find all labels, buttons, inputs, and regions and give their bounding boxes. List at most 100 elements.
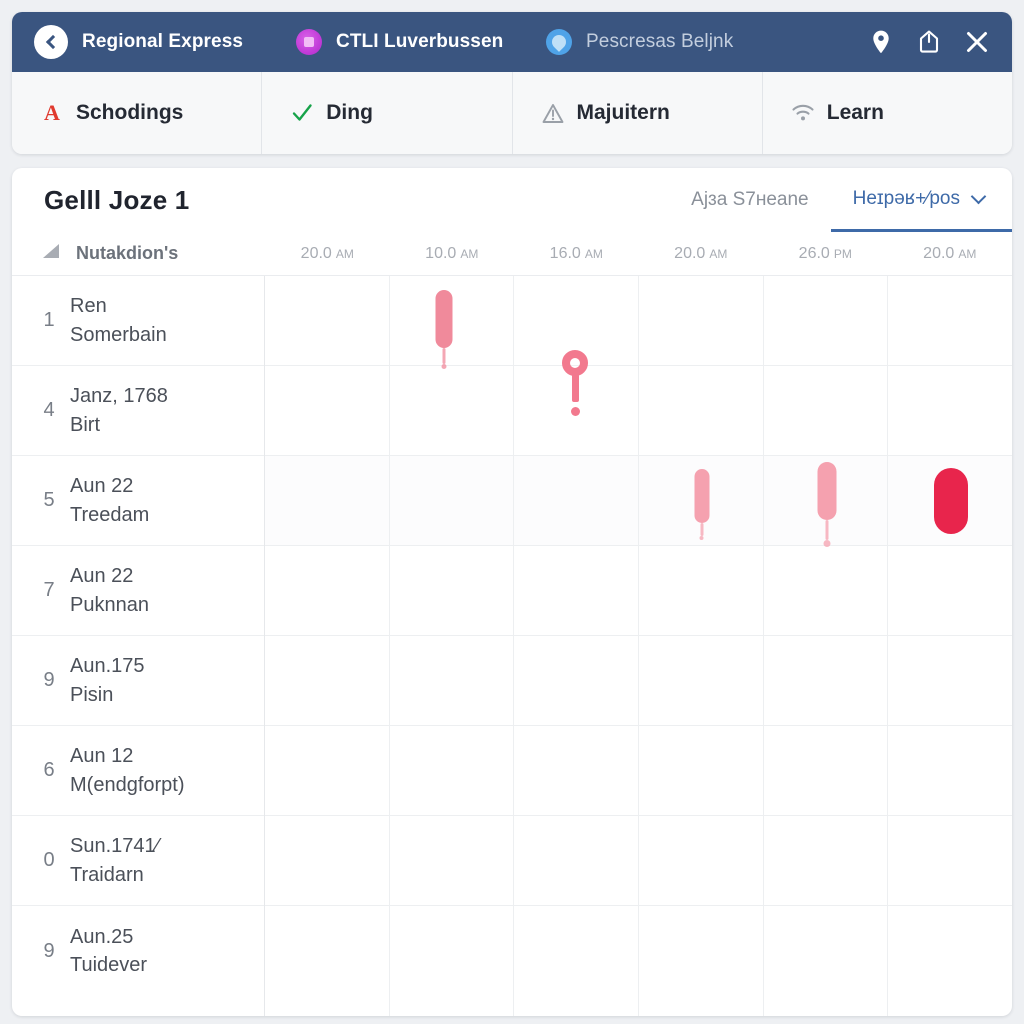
- marker-bar: [694, 469, 710, 523]
- share-export-icon[interactable]: [916, 28, 942, 56]
- tab-schodings[interactable]: A Schodings: [12, 72, 263, 154]
- row-number: 0: [43, 849, 55, 871]
- titlebar-secondary-label: CTLI Luverbussen: [336, 31, 504, 52]
- table-row[interactable]: 1 Ren Somerbain: [12, 276, 264, 366]
- location-pin-icon[interactable]: [868, 28, 894, 56]
- titlebar-secondary-group[interactable]: CTLI Luverbussen: [296, 29, 546, 55]
- header-link-secondary[interactable]: Ajɜa S7ʜeane: [669, 168, 830, 232]
- tab-learn[interactable]: Learn: [763, 72, 1012, 154]
- axis-tick-suffix: AM: [335, 246, 354, 261]
- axis-ticks: 20.0 AM 10.0 AM 16.0 AM 20.0 AM 26.0 PM 20.0 AM: [265, 245, 1012, 263]
- row-label-text: Ren Somerbain: [70, 292, 167, 349]
- table-row[interactable]: 4 Janz, 1768 Birt: [12, 366, 264, 456]
- row-label-text: Aun 22 Puknnan: [70, 562, 149, 619]
- row-label-line1: Aun.175: [70, 655, 145, 678]
- table-row[interactable]: 7 Aun 22 Puknnan: [12, 546, 264, 636]
- header-link-active[interactable]: Heɪpəʁ+⁄pos: [830, 168, 1012, 232]
- timeline-grid: 1 Ren Somerbain 4 Janz, 1768 Birt 5 Aun 22 Treed…: [12, 276, 1012, 1016]
- marker-stem: [571, 374, 579, 402]
- purple-badge-icon: [296, 29, 322, 55]
- plot-area: [265, 276, 1012, 1016]
- timeline-marker[interactable]: [435, 290, 453, 369]
- tab-ding[interactable]: Ding: [262, 72, 513, 154]
- top-window: Regional Express CTLI Luverbussen Pescre…: [12, 12, 1012, 154]
- row-label-line2: Tuidever: [70, 954, 148, 976]
- timeline-card: Gelll Joze 1 Ajɜa S7ʜeane Heɪpəʁ+⁄pos Nu…: [12, 168, 1012, 1016]
- row-label-line2: Traidarn: [70, 863, 144, 886]
- card-header: Gelll Joze 1 Ajɜa S7ʜeane Heɪpəʁ+⁄pos: [12, 168, 1012, 232]
- triangle-slope-icon: [42, 243, 62, 264]
- timeline-marker[interactable]: [562, 350, 588, 416]
- marker-stem: [700, 523, 704, 536]
- titlebar-actions: [868, 28, 994, 56]
- chevron-down-icon: [970, 188, 987, 204]
- timeline-marker[interactable]: [694, 469, 710, 540]
- row-label-text: Aun.175 Pisin: [70, 652, 145, 709]
- titlebar-primary-group[interactable]: Regional Express: [34, 25, 296, 59]
- axis-tick-suffix: AM: [584, 246, 603, 261]
- row-label-text: Aun 12 M(endgforpt): [70, 742, 185, 799]
- axis-tick-value: 20.0: [674, 244, 706, 262]
- axis-tick-suffix: PM: [833, 246, 852, 261]
- axis-tick-value: 20.0: [923, 244, 955, 262]
- table-row[interactable]: 5 Aun 22 Treedam: [12, 456, 264, 546]
- row-number: 1: [43, 309, 55, 331]
- marker-bar: [933, 468, 968, 534]
- row-label-line1: Janz, 1768: [70, 385, 168, 408]
- axis-tick-value: 16.0: [549, 244, 581, 262]
- row-number: 5: [43, 489, 55, 511]
- row-label-line1: Aun.25: [70, 925, 134, 948]
- table-row[interactable]: 9 Aun.25 Tuidever: [12, 906, 264, 996]
- marker-ring: [562, 350, 588, 376]
- tab-majuitern[interactable]: Majuitern: [513, 72, 763, 154]
- row-label-text: Aun.25 Tuidever: [70, 923, 147, 980]
- row-label-line1: Sun.1741⁄: [70, 835, 159, 858]
- axis-row-header-label: Nutakdion's: [76, 243, 179, 263]
- chevron-left-icon[interactable]: [34, 25, 68, 59]
- row-label-line1: Aun 22: [70, 475, 134, 498]
- row-number: 6: [43, 759, 55, 781]
- row-label-line1: Aun 22: [70, 565, 134, 588]
- row-label-line1: Aun 12: [70, 745, 134, 768]
- marker-stem: [825, 520, 829, 540]
- table-row[interactable]: 0 Sun.1741⁄ Traidarn: [12, 816, 264, 906]
- titlebar-tertiary-group[interactable]: Pescresas Beljnk: [546, 29, 868, 55]
- table-row[interactable]: 9 Aun.175 Pisin: [12, 636, 264, 726]
- axis-row-header: Nutakdion's: [12, 243, 265, 264]
- axis-tick: 10.0 AM: [390, 245, 515, 263]
- row-label-line2: Treedam: [70, 503, 150, 526]
- row-label-line1: Ren: [70, 295, 107, 318]
- letter-a-icon: A: [44, 100, 60, 125]
- axis-tick-value: 10.0: [425, 244, 457, 262]
- title-bar: Regional Express CTLI Luverbussen Pescre…: [12, 12, 1012, 72]
- axis-tick: 26.0 PM: [763, 245, 888, 263]
- close-icon[interactable]: [964, 28, 990, 56]
- table-row[interactable]: 6 Aun 12 M(endgforpt): [12, 726, 264, 816]
- blue-badge-icon: [546, 29, 572, 55]
- titlebar-tertiary-label: Pescresas Beljnk: [586, 31, 734, 52]
- timeline-marker[interactable]: [933, 468, 968, 534]
- axis-tick: 20.0 AM: [888, 245, 1013, 263]
- app-root: Regional Express CTLI Luverbussen Pescre…: [0, 0, 1024, 1024]
- row-label-text: Janz, 1768 Birt: [70, 382, 168, 439]
- warning-triangle-icon: [541, 101, 565, 125]
- row-label-line2: Pisin: [70, 683, 114, 706]
- tab-schodings-label: Schodings: [76, 101, 184, 124]
- marker-stem: [442, 348, 446, 364]
- card-header-links: Ajɜa S7ʜeane Heɪpəʁ+⁄pos: [669, 168, 1012, 232]
- axis-tick: 20.0 AM: [265, 245, 390, 263]
- row-number: 7: [43, 579, 55, 601]
- marker-dot: [823, 540, 831, 547]
- marker-layer: [265, 276, 1012, 1016]
- marker-bar: [435, 290, 453, 348]
- timeline-marker[interactable]: [817, 462, 837, 547]
- row-label-column: 1 Ren Somerbain 4 Janz, 1768 Birt 5 Aun 22 Treed…: [12, 276, 265, 1016]
- marker-dot: [570, 407, 580, 416]
- row-label-text: Sun.1741⁄ Traidarn: [70, 832, 159, 889]
- tab-learn-label: Learn: [826, 101, 884, 124]
- axis-header-row: Nutakdion's 20.0 AM 10.0 AM 16.0 AM 20.0 AM 26.0…: [12, 232, 1012, 276]
- row-label-line2: M(endgforpt): [70, 773, 185, 796]
- axis-tick-suffix: AM: [958, 246, 977, 261]
- axis-tick: 20.0 AM: [639, 245, 764, 263]
- row-label-line2: Birt: [70, 413, 100, 436]
